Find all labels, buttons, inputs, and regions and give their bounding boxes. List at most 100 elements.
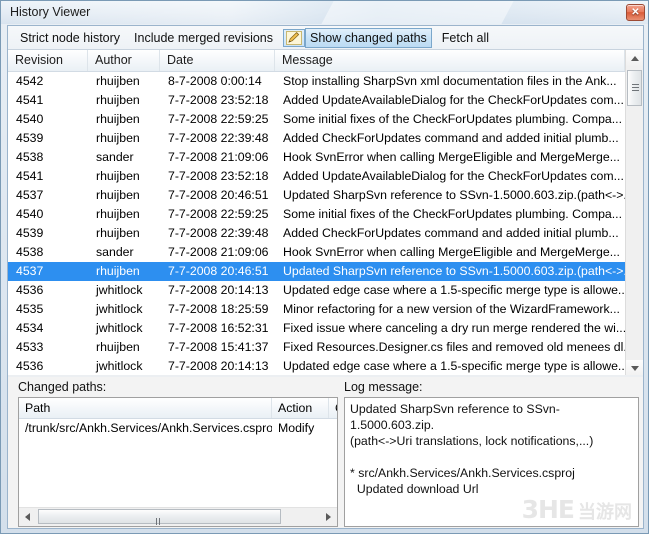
changed-paths-label: Changed paths:	[18, 380, 107, 394]
revision-column-header-revision[interactable]: Revision	[8, 50, 88, 71]
scrollbar-grip-icon	[632, 84, 639, 92]
toolbar-show-changed-paths[interactable]: Show changed paths	[305, 27, 432, 48]
changed-paths-header: PathActionC	[19, 398, 337, 419]
revision-cell-author: rhuijben	[96, 74, 140, 88]
changed-paths-pane: Changed paths: PathActionC /trunk/src/An…	[10, 377, 338, 528]
titlebar-sheen	[318, 1, 524, 24]
pencil-icon-button[interactable]	[283, 28, 306, 47]
revision-cell-message: Fixed Resources.Designer.cs files and re…	[283, 340, 625, 354]
scroll-right-arrow-icon[interactable]	[320, 508, 337, 525]
changed-paths-column-header-0[interactable]: Path	[19, 398, 272, 418]
revision-cell-author: sander	[96, 245, 134, 259]
revision-cell-date: 8-7-2008 0:00:14	[168, 74, 262, 88]
revision-row[interactable]: 4536 jwhitlock 7-7-2008 20:14:13 Updated ed…	[8, 357, 625, 376]
revision-cell-date: 7-7-2008 23:52:18	[168, 93, 269, 107]
scroll-up-arrow-icon[interactable]	[626, 50, 643, 67]
revision-cell-date: 7-7-2008 22:39:48	[168, 226, 269, 240]
changed-paths-list: PathActionC /trunk/src/Ankh.Services/Ank…	[18, 397, 338, 527]
revision-cell-revision: 4535	[16, 302, 44, 316]
scroll-left-arrow-icon[interactable]	[19, 508, 36, 525]
revision-cell-message: Minor refactoring for a new version of t…	[283, 302, 620, 316]
bottom-panes: Changed paths: PathActionC /trunk/src/An…	[8, 377, 643, 528]
toolbar-include-merged-revisions[interactable]: Include merged revisions	[130, 29, 277, 47]
revision-row[interactable]: 4539 rhuijben 7-7-2008 22:39:48 Added Check…	[8, 224, 625, 243]
horizontal-scrollbar-thumb[interactable]	[38, 509, 281, 525]
scrollbar-thumb[interactable]	[627, 70, 642, 106]
toolbar-fetch-all[interactable]: Fetch all	[438, 29, 493, 47]
pencil-icon	[286, 30, 303, 45]
close-button[interactable]: ✕	[626, 4, 645, 21]
revision-cell-date: 7-7-2008 22:39:48	[168, 131, 269, 145]
revision-column-header-author[interactable]: Author	[88, 50, 160, 71]
revision-row[interactable]: 4536 jwhitlock 7-7-2008 20:14:13 Updated ed…	[8, 281, 625, 300]
revision-row[interactable]: 4537 rhuijben 7-7-2008 20:46:51 Updated Sha…	[8, 262, 625, 281]
revision-cell-message: Updated edge case where a 1.5-specific m…	[283, 283, 625, 297]
toolbar-strict-node-history[interactable]: Strict node history	[16, 29, 124, 47]
changed-path-row[interactable]: /trunk/src/Ankh.Services/Ankh.Services.c…	[19, 419, 337, 438]
revision-cell-message: Added UpdateAvailableDialog for the Chec…	[283, 169, 624, 183]
changed-paths-column-header-1[interactable]: Action	[272, 398, 329, 418]
revision-cell-message: Stop installing SharpSvn xml documentati…	[283, 74, 617, 88]
history-viewer-window: History Viewer ✕ Strict node history Inc…	[0, 0, 649, 534]
revision-cell-revision: 4540	[16, 207, 44, 221]
revision-cell-revision: 4539	[16, 131, 44, 145]
revision-row[interactable]: 4541 rhuijben 7-7-2008 23:52:18 Added Updat…	[8, 91, 625, 110]
revision-cell-revision: 4540	[16, 112, 44, 126]
changed-path-cell-path: /trunk/src/Ankh.Services/Ankh.Services.c…	[25, 421, 272, 435]
revision-cell-message: Added CheckForUpdates command and added …	[283, 131, 619, 145]
revision-row[interactable]: 4540 rhuijben 7-7-2008 22:59:25 Some initia…	[8, 205, 625, 224]
revision-row[interactable]: 4542 rhuijben 8-7-2008 0:00:14 Stop install…	[8, 72, 625, 91]
revision-cell-revision: 4538	[16, 245, 44, 259]
revision-cell-author: rhuijben	[96, 207, 140, 221]
revision-cell-revision: 4542	[16, 74, 44, 88]
revision-row[interactable]: 4540 rhuijben 7-7-2008 22:59:25 Some initia…	[8, 110, 625, 129]
revision-column-header-message[interactable]: Message	[275, 50, 625, 71]
revision-row[interactable]: 4538 sander 7-7-2008 21:09:06 Hook SvnError…	[8, 148, 625, 167]
revision-row[interactable]: 4538 sander 7-7-2008 21:09:06 Hook SvnError…	[8, 243, 625, 262]
revision-cell-date: 7-7-2008 21:09:06	[168, 150, 269, 164]
revision-cell-message: Hook SvnError when calling MergeEligible…	[283, 150, 620, 164]
window-title: History Viewer	[10, 5, 91, 19]
watermark: 3HE 当游网	[522, 497, 632, 522]
revision-row[interactable]: 4541 rhuijben 7-7-2008 23:52:18 Added Updat…	[8, 167, 625, 186]
watermark-cn-text: 当游网	[578, 502, 632, 523]
revision-cell-revision: 4534	[16, 321, 44, 335]
revision-row[interactable]: 4534 jwhitlock 7-7-2008 16:52:31 Fixed issu…	[8, 319, 625, 338]
revision-row[interactable]: 4539 rhuijben 7-7-2008 22:39:48 Added Check…	[8, 129, 625, 148]
revision-cell-revision: 4541	[16, 169, 44, 183]
log-message-text: Updated SharpSvn reference to SSvn-1.500…	[350, 402, 594, 496]
revision-list-vertical-scrollbar[interactable]	[625, 50, 643, 377]
revision-row[interactable]: 4537 rhuijben 7-7-2008 20:46:51 Updated Sha…	[8, 186, 625, 205]
revision-cell-message: Hook SvnError when calling MergeEligible…	[283, 245, 620, 259]
revision-cell-date: 7-7-2008 16:52:31	[168, 321, 269, 335]
revision-cell-author: jwhitlock	[96, 302, 143, 316]
revision-column-header-date[interactable]: Date	[160, 50, 275, 71]
revision-cell-author: rhuijben	[96, 340, 140, 354]
revision-cell-message: Some initial fixes of the CheckForUpdate…	[283, 207, 623, 221]
revision-list: Revision Author Date Message 4542 rhuijben 8-…	[8, 50, 643, 377]
revision-cell-author: rhuijben	[96, 169, 140, 183]
revision-cell-date: 7-7-2008 15:41:37	[168, 340, 269, 354]
revision-cell-revision: 4541	[16, 93, 44, 107]
changed-paths-column-header-2[interactable]: C	[329, 398, 337, 418]
revision-cell-revision: 4537	[16, 264, 44, 278]
revision-cell-message: Added UpdateAvailableDialog for the Chec…	[283, 93, 624, 107]
changed-paths-horizontal-scrollbar[interactable]	[19, 507, 337, 526]
revision-cell-revision: 4539	[16, 226, 44, 240]
revision-cell-author: jwhitlock	[96, 359, 143, 373]
revision-row[interactable]: 4535 jwhitlock 7-7-2008 18:25:59 Minor refa…	[8, 300, 625, 319]
revision-list-body[interactable]: 4542 rhuijben 8-7-2008 0:00:14 Stop install…	[8, 72, 625, 377]
revision-cell-author: rhuijben	[96, 226, 140, 240]
changed-paths-body[interactable]: /trunk/src/Ankh.Services/Ankh.Services.c…	[19, 419, 337, 506]
log-message-box[interactable]: Updated SharpSvn reference to SSvn-1.500…	[344, 397, 639, 527]
title-bar[interactable]: History Viewer ✕	[1, 1, 648, 24]
revision-list-header: Revision Author Date Message	[8, 50, 643, 72]
revision-cell-author: rhuijben	[96, 93, 140, 107]
revision-cell-author: sander	[96, 150, 134, 164]
revision-cell-message: Updated SharpSvn reference to SSvn-1.500…	[283, 188, 625, 202]
revision-row[interactable]: 4533 rhuijben 7-7-2008 15:41:37 Fixed Resou…	[8, 338, 625, 357]
revision-cell-date: 7-7-2008 18:25:59	[168, 302, 269, 316]
changed-path-cell-copy	[329, 419, 337, 438]
scrollbar-grip-icon	[155, 514, 164, 525]
revision-cell-date: 7-7-2008 22:59:25	[168, 207, 269, 221]
